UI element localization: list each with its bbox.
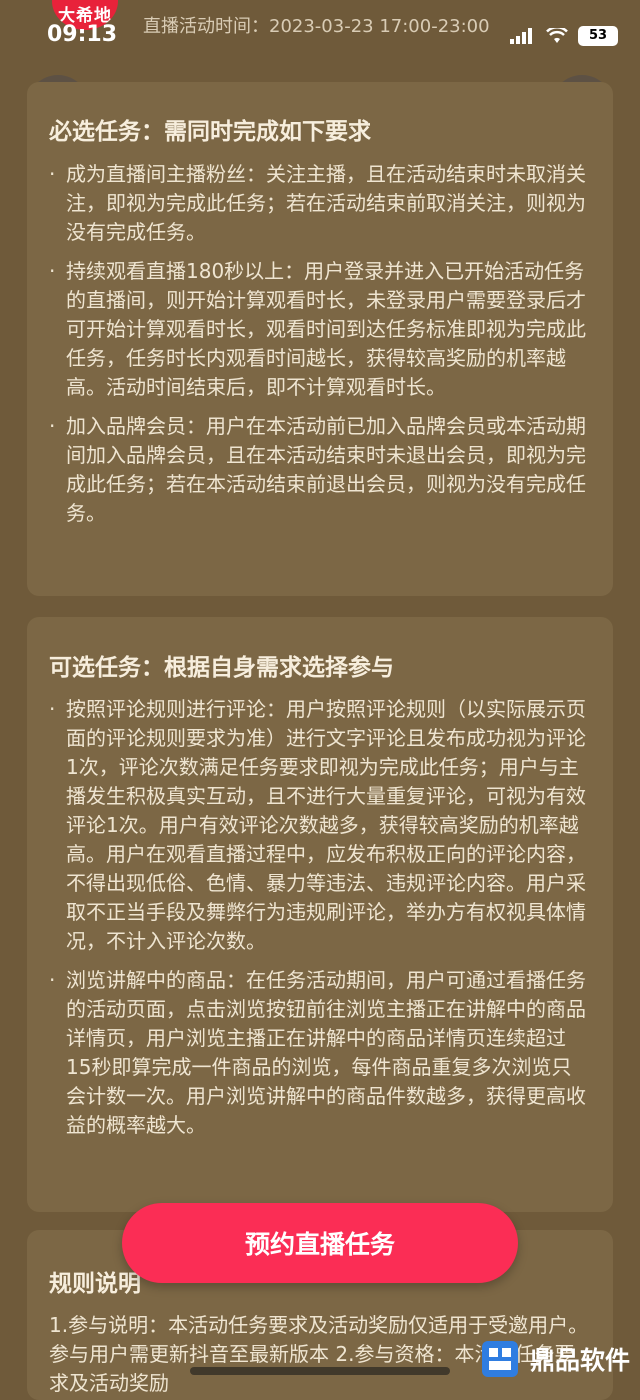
- status-time: 09:13: [47, 22, 118, 47]
- required-task-item: 加入品牌会员：用户在本活动前已加入品牌会员或本活动期间加入品牌会员，且在本活动结…: [49, 412, 591, 528]
- watermark-text: 鼎品软件: [529, 1346, 630, 1375]
- watermark-logo-icon: [481, 1341, 518, 1377]
- status-bar: 大希地 09:13 直播活动时间：2023-03-23 17:00-23:00 …: [0, 0, 640, 60]
- rules-title: 规则说明: [49, 1271, 141, 1297]
- required-task-item: 成为直播间主播粉丝：关注主播，且在活动结束时未取消关注，即视为完成此任务；若在活…: [49, 160, 591, 247]
- optional-task-item: 浏览讲解中的商品：在任务活动期间，用户可通过看播任务的活动页面，点击浏览按钮前往…: [49, 966, 591, 1140]
- optional-task-item: 按照评论规则进行评论：用户按照评论规则（以实际展示页面的评论规则要求为准）进行文…: [49, 695, 591, 956]
- watermark: 鼎品软件: [480, 1339, 630, 1379]
- home-indicator: [190, 1367, 450, 1375]
- optional-task-list: 按照评论规则进行评论：用户按照评论规则（以实际展示页面的评论规则要求为准）进行文…: [49, 695, 591, 1150]
- book-live-task-button[interactable]: 预约直播任务: [122, 1203, 518, 1283]
- required-tasks-title: 必选任务：需同时完成如下要求: [49, 119, 371, 145]
- optional-tasks-title: 可选任务：根据自身需求选择参与: [49, 655, 394, 681]
- required-task-list: 成为直播间主播粉丝：关注主播，且在活动结束时未取消关注，即视为完成此任务；若在活…: [49, 160, 591, 538]
- battery-icon: 53: [578, 26, 618, 46]
- wifi-icon: [546, 28, 568, 43]
- activity-time-text: 直播活动时间：2023-03-23 17:00-23:00: [143, 16, 490, 37]
- required-tasks-card: 必选任务：需同时完成如下要求 成为直播间主播粉丝：关注主播，且在活动结束时未取消…: [27, 82, 613, 596]
- required-task-item: 持续观看直播180秒以上：用户登录并进入已开始活动任务的直播间，则开始计算观看时…: [49, 257, 591, 402]
- optional-tasks-card: 可选任务：根据自身需求选择参与 按照评论规则进行评论：用户按照评论规则（以实际展…: [27, 617, 613, 1212]
- status-icons: 53: [510, 26, 618, 46]
- cellular-signal-icon: [510, 28, 536, 44]
